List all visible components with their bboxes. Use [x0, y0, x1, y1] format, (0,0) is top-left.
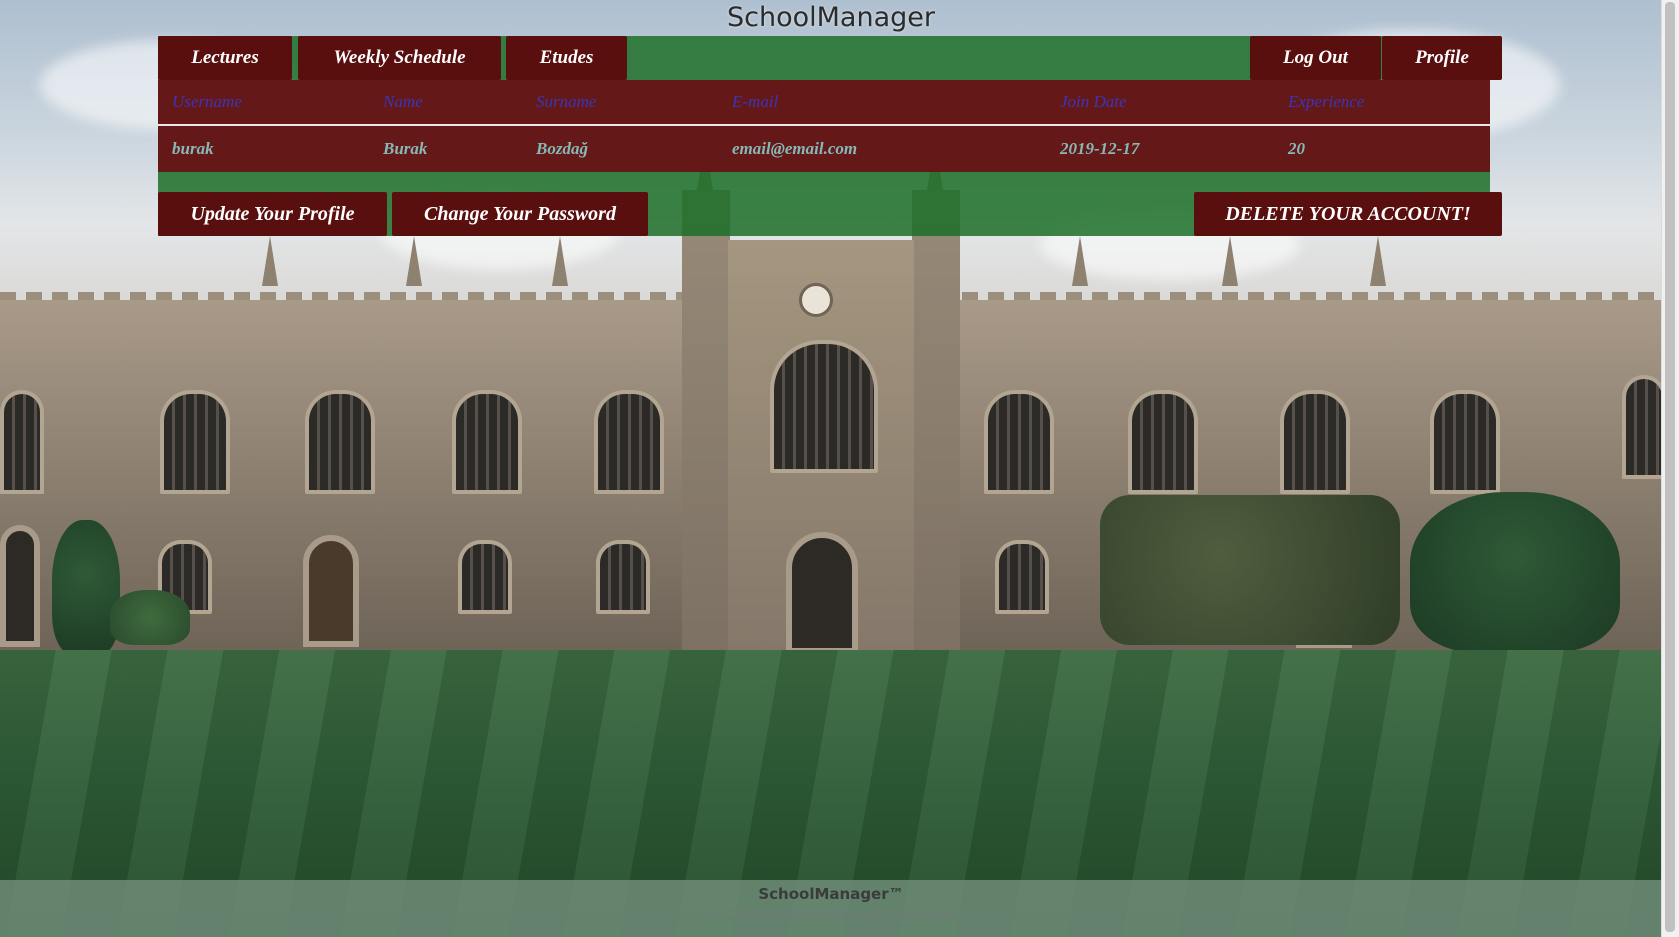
cell-email: email@email.com: [732, 139, 858, 158]
spire: [262, 236, 278, 286]
main-door: [786, 532, 858, 654]
window: [594, 390, 664, 494]
header-experience: Experience: [1288, 92, 1365, 111]
window: [1128, 390, 1198, 494]
window: [458, 540, 512, 614]
delete-account-button[interactable]: DELETE YOUR ACCOUNT!: [1194, 192, 1502, 236]
tree: [1410, 492, 1620, 652]
footer-brand: SchoolManager™: [758, 885, 904, 903]
cell-name: Burak: [383, 139, 428, 158]
update-profile-button[interactable]: Update Your Profile: [158, 192, 387, 236]
window: [984, 390, 1054, 494]
nav-weekly-schedule-button[interactable]: Weekly Schedule: [298, 36, 501, 80]
clock: [799, 283, 833, 317]
tower-right: [912, 190, 960, 650]
nav-lectures-button[interactable]: Lectures: [158, 36, 292, 80]
cell-username: burak: [172, 139, 214, 158]
page-title: SchoolManager: [727, 2, 935, 33]
footer: SchoolManager™ © 2019-2020, burocknroll …: [0, 880, 1662, 937]
ivy: [1100, 495, 1400, 645]
shrub: [110, 590, 190, 645]
header-email: E-mail: [732, 92, 779, 111]
door: [0, 525, 40, 647]
window: [0, 390, 44, 494]
spire: [1072, 236, 1088, 286]
tower-left: [682, 190, 730, 650]
spire: [1370, 236, 1386, 286]
header-surname: Surname: [536, 92, 597, 111]
nav-logout-button[interactable]: Log Out: [1250, 36, 1381, 80]
window: [1622, 375, 1662, 479]
scrollbar-thumb[interactable]: [1665, 2, 1675, 932]
header-username: Username: [172, 92, 242, 111]
cell-surname: Bozdağ: [536, 139, 588, 158]
change-password-button[interactable]: Change Your Password: [392, 192, 648, 236]
cell-join-date: 2019-12-17: [1060, 139, 1140, 158]
window: [995, 540, 1049, 614]
footer-copyright: © 2019-2020, burocknroll & furblood: [710, 909, 952, 924]
vertical-scrollbar[interactable]: [1661, 0, 1679, 937]
cell-experience: 20: [1288, 139, 1305, 158]
spire: [1222, 236, 1238, 286]
great-window: [770, 340, 878, 473]
spire: [552, 236, 568, 286]
door: [303, 535, 359, 647]
window: [1280, 390, 1350, 494]
window: [596, 540, 650, 614]
header-join-date: Join Date: [1060, 92, 1127, 111]
window: [305, 390, 375, 494]
tree: [52, 520, 120, 655]
nav-profile-button[interactable]: Profile: [1382, 36, 1502, 80]
window: [452, 390, 522, 494]
window: [160, 390, 230, 494]
nav-etudes-button[interactable]: Etudes: [506, 36, 627, 80]
spire: [406, 236, 422, 286]
profile-table: Username Name Surname E-mail Join Date E…: [158, 80, 1490, 172]
window: [1430, 390, 1500, 494]
table-header-row: Username Name Surname E-mail Join Date E…: [158, 80, 1490, 126]
header-name: Name: [383, 92, 423, 111]
table-row: burak Burak Bozdağ email@email.com 2019-…: [158, 126, 1490, 172]
